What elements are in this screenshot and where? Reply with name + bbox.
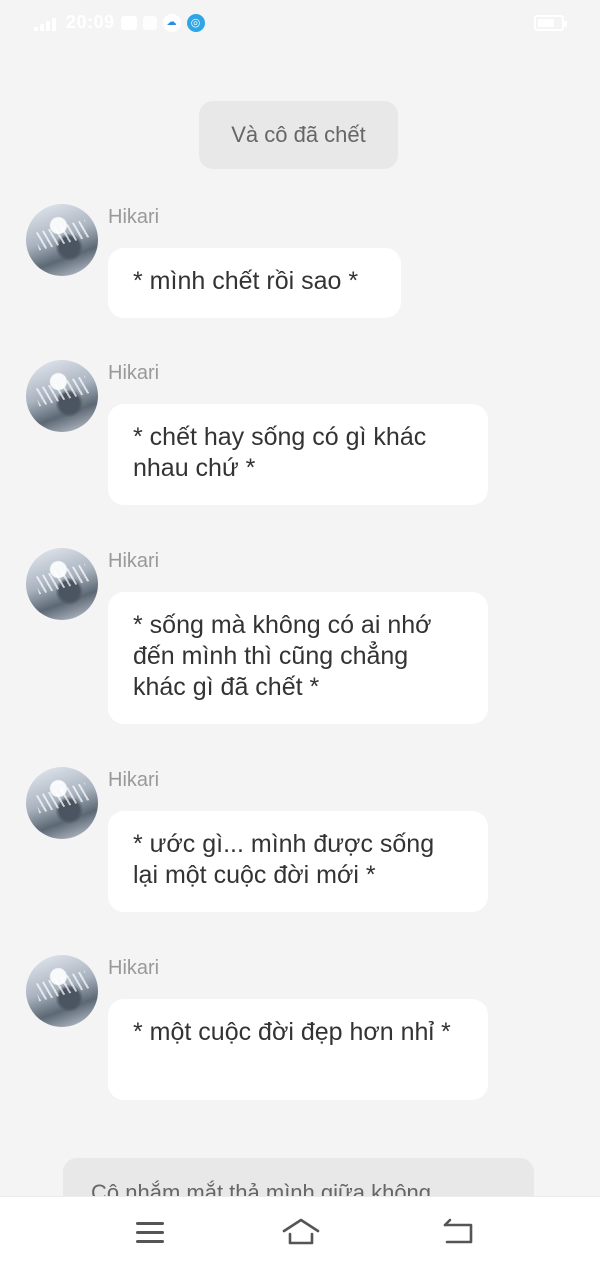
narration-bubble: Và cô đã chết — [199, 101, 398, 169]
avatar[interactable] — [26, 955, 98, 1027]
battery-icon — [534, 15, 567, 31]
sender-name: Hikari — [108, 957, 160, 979]
sender-name: Hikari — [108, 550, 160, 572]
status-time: 20:09 — [66, 12, 115, 32]
message-bubble[interactable]: * mình chết rồi sao * — [108, 248, 401, 318]
message-bubble[interactable]: * một cuộc đời đẹp hơn nhỉ * — [108, 999, 488, 1100]
navigation-bar — [0, 1196, 600, 1268]
avatar[interactable] — [26, 204, 98, 276]
message-bubble[interactable]: * sống mà không có ai nhớ đến mình thì c… — [108, 592, 488, 724]
sender-name: Hikari — [108, 769, 160, 791]
avatar[interactable] — [26, 767, 98, 839]
message-bubble[interactable]: * chết hay sống có gì khác nhau chứ * — [108, 404, 488, 505]
menu-icon[interactable] — [133, 1217, 169, 1247]
back-icon[interactable] — [441, 1217, 477, 1247]
message-bubble[interactable]: * ước gì... mình được sống lại một cuộc … — [108, 811, 488, 912]
avatar[interactable] — [26, 548, 98, 620]
home-icon[interactable] — [282, 1217, 320, 1247]
status-bar: 20:09 ☁ ◎ — [0, 0, 600, 48]
app-ring-icon: ◎ — [186, 13, 205, 32]
message-icon — [120, 15, 137, 30]
notification-dot-icon — [142, 15, 157, 30]
sender-name: Hikari — [108, 206, 160, 228]
signal-icon — [34, 15, 60, 31]
cloud-icon: ☁ — [162, 13, 181, 32]
avatar[interactable] — [26, 360, 98, 432]
sender-name: Hikari — [108, 362, 160, 384]
